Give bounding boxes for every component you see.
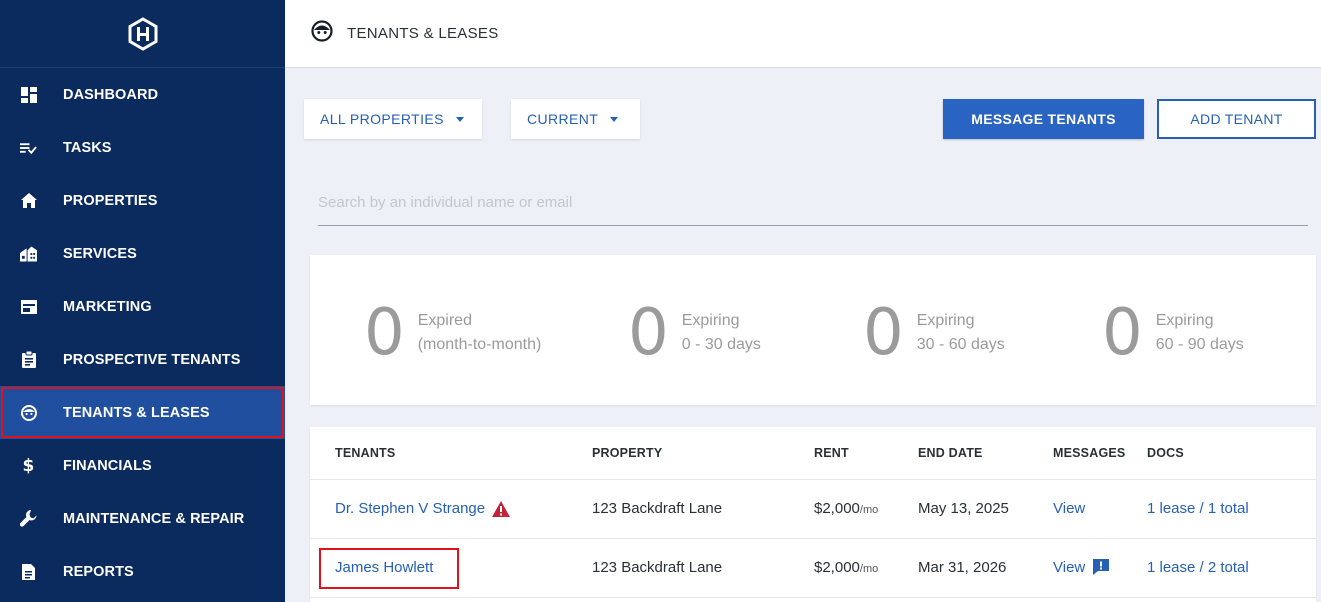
house-hex-logo-icon	[128, 16, 157, 51]
column-header-tenants[interactable]: TENANTS	[335, 446, 395, 460]
sidebar-item-services[interactable]: SERVICES	[0, 227, 285, 280]
tenant-name-link[interactable]: Dr. Stephen V Strange	[335, 500, 485, 517]
sidebar-item-label: REPORTS	[63, 563, 134, 580]
search-input[interactable]	[318, 180, 1308, 224]
dollar-icon: $	[22, 455, 35, 476]
sidebar-nav: DASHBOARD TASKS PROPERTIES SERVICES MARK…	[0, 68, 285, 598]
face-icon	[20, 404, 37, 421]
sidebar-item-label: SERVICES	[63, 245, 137, 262]
page-title: TENANTS & LEASES	[347, 25, 499, 42]
home-icon	[20, 192, 37, 209]
status-filter-dropdown[interactable]: CURRENT	[511, 99, 640, 139]
tenant-end-date: May 13, 2025	[918, 500, 1009, 517]
tenant-name-link[interactable]: James Howlett	[335, 559, 433, 576]
stat-expiring-30-60: 0 Expiring 30 - 60 days	[863, 295, 1005, 371]
tenant-property: 123 Backdraft Lane	[592, 500, 723, 517]
tenants-table: TENANTS PROPERTY RENT END DATE MESSAGES …	[310, 427, 1316, 602]
sidebar-item-label: DASHBOARD	[63, 86, 159, 103]
sidebar-item-prospective-tenants[interactable]: PROSPECTIVE TENANTS	[0, 333, 285, 386]
properties-filter-dropdown[interactable]: ALL PROPERTIES	[304, 99, 482, 139]
column-header-messages[interactable]: MESSAGES	[1053, 446, 1125, 460]
report-icon	[20, 563, 37, 580]
clipboard-icon	[20, 351, 37, 368]
stat-label: Expiring 0 - 30 days	[681, 312, 761, 353]
sidebar-item-properties[interactable]: PROPERTIES	[0, 174, 285, 227]
divider	[310, 479, 1316, 480]
stat-count: 0	[364, 296, 405, 370]
divider	[310, 538, 1316, 539]
divider	[310, 597, 1316, 598]
view-messages-link[interactable]: View	[1053, 559, 1085, 576]
sidebar-item-label: PROSPECTIVE TENANTS	[63, 351, 241, 368]
sidebar-item-financials[interactable]: $ FINANCIALS	[0, 439, 285, 492]
dashboard-icon	[20, 86, 37, 103]
sidebar-item-maintenance-repair[interactable]: MAINTENANCE & REPAIR	[0, 492, 285, 545]
wrench-icon	[20, 510, 37, 527]
sidebar-item-dashboard[interactable]: DASHBOARD	[0, 68, 285, 121]
sidebar-item-label: PROPERTIES	[63, 192, 158, 209]
sidebar-item-label: TASKS	[63, 139, 112, 156]
sidebar-item-label: TENANTS & LEASES	[63, 404, 210, 421]
sidebar-item-tenants-leases[interactable]: TENANTS & LEASES	[0, 386, 285, 439]
page-header: TENANTS & LEASES	[285, 0, 1321, 68]
lease-stats-card: 0 Expired (month-to-month) 0 Expiring 0 - …	[310, 255, 1316, 405]
tenant-rent: $2,000/mo	[814, 500, 879, 517]
column-header-rent[interactable]: RENT	[814, 446, 849, 460]
sidebar-item-label: MARKETING	[63, 298, 152, 315]
docs-link[interactable]: 1 lease / 1 total	[1147, 500, 1249, 517]
tasks-icon	[20, 139, 37, 156]
face-icon	[311, 20, 333, 47]
dropdown-label: CURRENT	[527, 111, 599, 127]
column-header-docs[interactable]: DOCS	[1147, 446, 1184, 460]
stat-count: 0	[1102, 296, 1143, 370]
stat-expiring-0-30: 0 Expiring 0 - 30 days	[628, 295, 761, 371]
sidebar-item-tasks[interactable]: TASKS	[0, 121, 285, 174]
unread-message-icon[interactable]	[1092, 558, 1110, 580]
warning-icon	[491, 500, 511, 522]
stat-label: Expired (month-to-month)	[417, 312, 542, 353]
stat-label: Expiring 30 - 60 days	[916, 312, 1005, 353]
services-icon	[20, 245, 37, 262]
tenant-property: 123 Backdraft Lane	[592, 559, 723, 576]
message-tenants-button[interactable]: MESSAGE TENANTS	[943, 99, 1144, 139]
stat-label: Expiring 60 - 90 days	[1155, 312, 1244, 353]
stat-count: 0	[628, 296, 669, 370]
logo[interactable]	[0, 0, 285, 68]
stat-expiring-60-90: 0 Expiring 60 - 90 days	[1102, 295, 1244, 371]
search-field	[318, 180, 1308, 226]
stat-count: 0	[863, 296, 904, 370]
tenant-end-date: Mar 31, 2026	[918, 559, 1007, 576]
stat-expired: 0 Expired (month-to-month)	[364, 295, 541, 371]
dropdown-label: ALL PROPERTIES	[320, 111, 444, 127]
docs-link[interactable]: 1 lease / 2 total	[1147, 559, 1249, 576]
sidebar-item-reports[interactable]: REPORTS	[0, 545, 285, 598]
marketing-icon	[20, 298, 37, 315]
tenant-rent: $2,000/mo	[814, 559, 879, 576]
column-header-property[interactable]: PROPERTY	[592, 446, 662, 460]
add-tenant-button[interactable]: ADD TENANT	[1157, 99, 1316, 139]
column-header-end-date[interactable]: END DATE	[918, 446, 983, 460]
caret-down-icon	[455, 116, 464, 122]
sidebar: DASHBOARD TASKS PROPERTIES SERVICES MARK…	[0, 0, 285, 602]
sidebar-item-label: FINANCIALS	[63, 457, 152, 474]
view-messages-link[interactable]: View	[1053, 500, 1085, 517]
sidebar-item-label: MAINTENANCE & REPAIR	[63, 510, 245, 527]
caret-down-icon	[610, 116, 619, 122]
sidebar-item-marketing[interactable]: MARKETING	[0, 280, 285, 333]
